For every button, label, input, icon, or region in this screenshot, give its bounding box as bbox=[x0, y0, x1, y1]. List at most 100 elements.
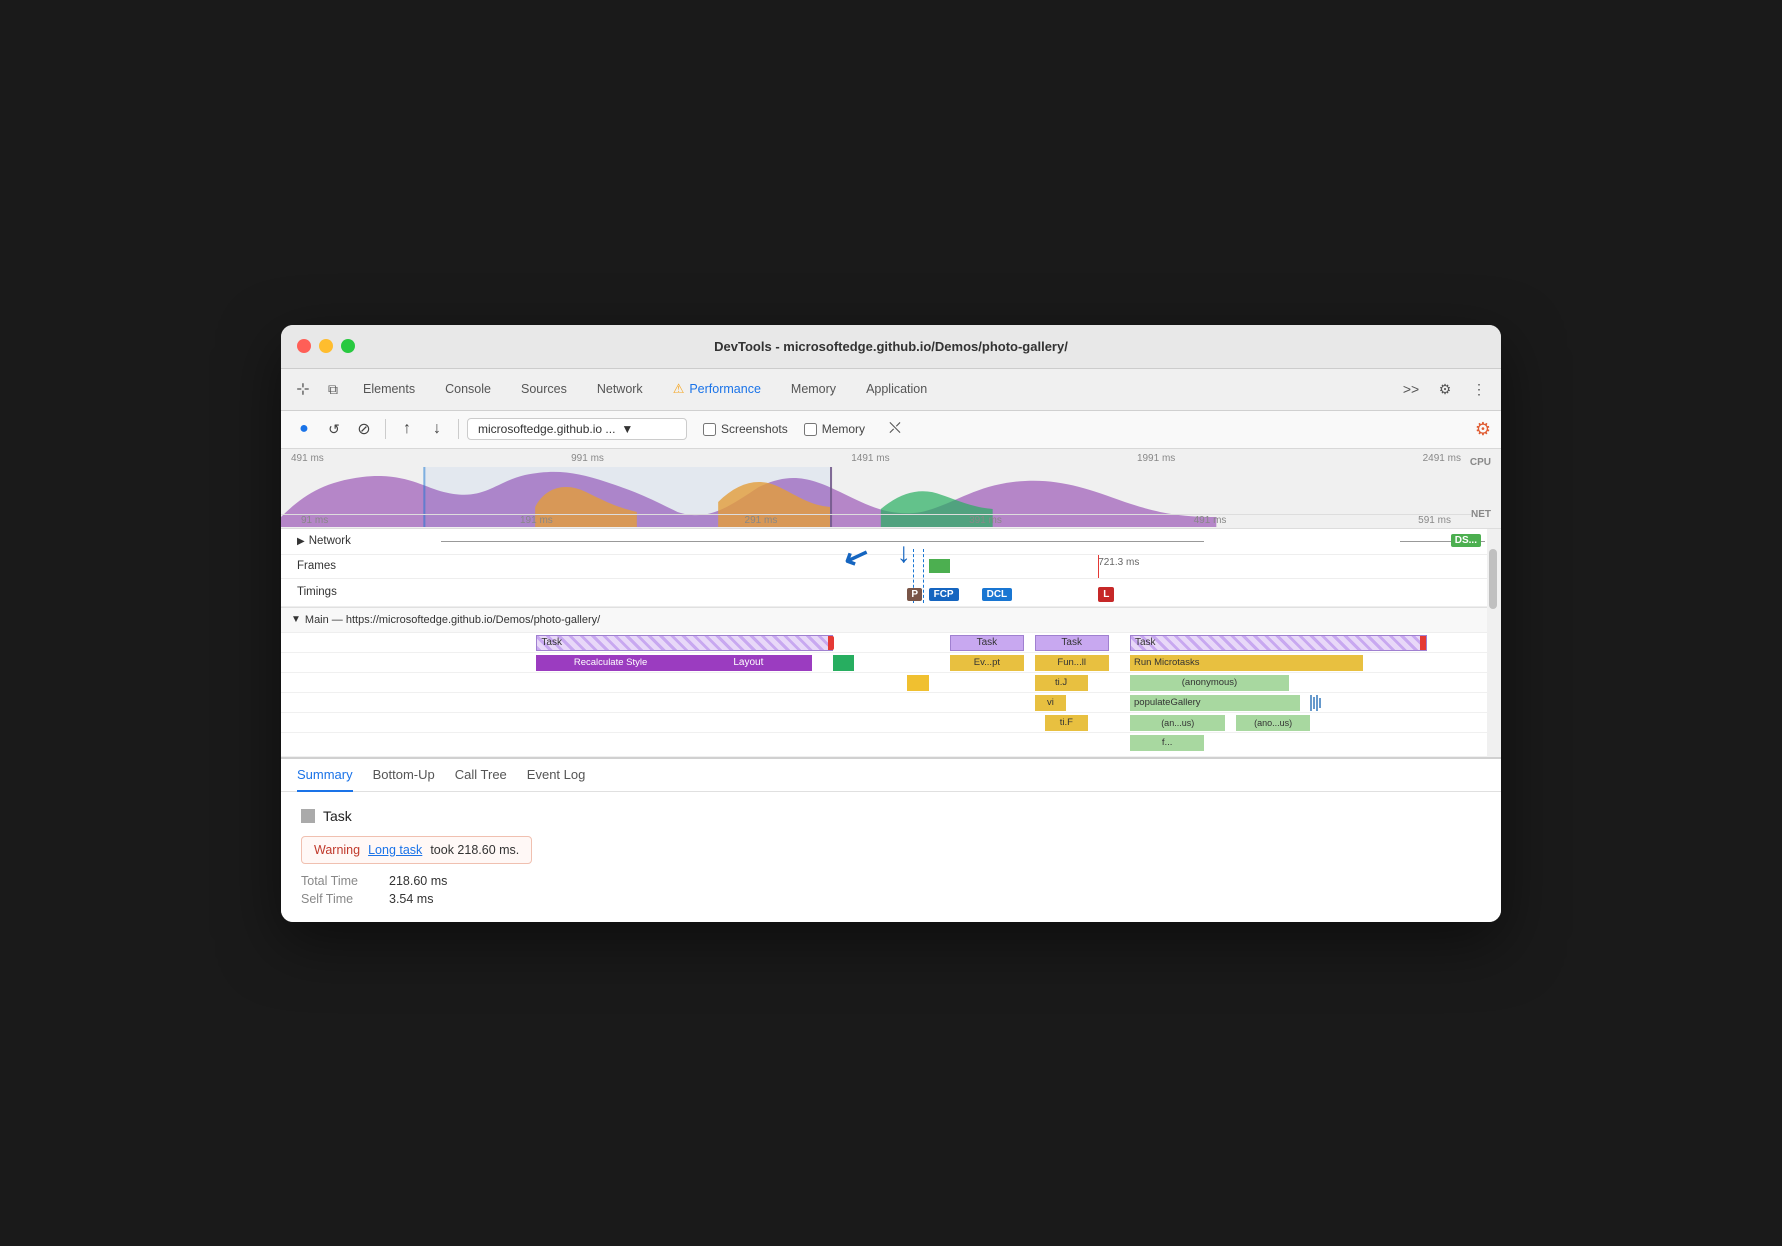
tab-event-log[interactable]: Event Log bbox=[527, 759, 586, 792]
total-time-value: 218.60 ms bbox=[389, 874, 447, 888]
task-header: Task bbox=[301, 808, 1481, 824]
settings-button[interactable]: ⚙ bbox=[1431, 375, 1459, 403]
scrollbar-thumb[interactable] bbox=[1489, 549, 1497, 609]
flame-row-5: ti.F (an...us) (ano...us) bbox=[281, 713, 1501, 733]
warning-icon: ⚠ bbox=[673, 381, 685, 397]
checkbox-group: Screenshots Memory ⛌ bbox=[703, 420, 901, 438]
tab-application[interactable]: Application bbox=[852, 376, 941, 402]
tab-sources[interactable]: Sources bbox=[507, 376, 581, 402]
yellow-mini-2[interactable] bbox=[918, 675, 929, 691]
ds-badge: DS... bbox=[1451, 534, 1481, 547]
ruler-tick-1: 491 ms bbox=[291, 453, 324, 464]
green-bar-1[interactable] bbox=[833, 655, 854, 671]
timing-dcl: DCL bbox=[982, 588, 1013, 601]
arrow-annotation-2: ↓ bbox=[897, 537, 911, 569]
frames-label: Frames bbox=[281, 560, 441, 572]
vi-bar[interactable]: vi bbox=[1035, 695, 1067, 711]
menu-button[interactable]: ⋮ bbox=[1465, 375, 1493, 403]
bottom-tick-4: 391 ms bbox=[969, 515, 1002, 526]
red-vline bbox=[1098, 555, 1099, 578]
record-button[interactable]: ● bbox=[291, 416, 317, 442]
total-time-label: Total Time bbox=[301, 874, 381, 888]
task-bar-4[interactable]: Task bbox=[1130, 635, 1427, 651]
yellow-mini-1[interactable] bbox=[907, 675, 918, 691]
memory-checkbox[interactable]: Memory bbox=[804, 422, 865, 436]
screenshots-checkbox-input[interactable] bbox=[703, 423, 716, 436]
anonymous-bar-1[interactable]: (anonymous) bbox=[1130, 675, 1289, 691]
long-task-link[interactable]: Long task bbox=[368, 843, 422, 857]
toolbar-settings-button[interactable]: ⚙ bbox=[1475, 419, 1491, 440]
recalculate-style-bar[interactable]: Recalculate Style bbox=[536, 655, 684, 671]
ano-us-bar-2[interactable]: (ano...us) bbox=[1236, 715, 1310, 731]
self-time-label: Self Time bbox=[301, 892, 381, 906]
inspect-icon[interactable]: ⊹ bbox=[289, 375, 317, 403]
bottom-tick-6: 591 ms bbox=[1418, 515, 1451, 526]
memory-checkbox-input[interactable] bbox=[804, 423, 817, 436]
screenshots-checkbox[interactable]: Screenshots bbox=[703, 422, 788, 436]
clear-button[interactable]: ⊘ bbox=[351, 416, 377, 442]
flame-row-6-label bbox=[281, 733, 441, 756]
ti-j-bar[interactable]: ti.J bbox=[1035, 675, 1088, 691]
device-mode-icon[interactable]: ⧉ bbox=[319, 375, 347, 403]
ti-f-bar[interactable]: ti.F bbox=[1045, 715, 1087, 731]
an-us-bar-1[interactable]: (an...us) bbox=[1130, 715, 1225, 731]
timing-l: L bbox=[1098, 587, 1114, 602]
timing-fcp: FCP bbox=[929, 588, 959, 601]
run-microtasks-bar[interactable]: Run Microtasks bbox=[1130, 655, 1363, 671]
main-label: ▼ Main — https://microsoftedge.github.io… bbox=[281, 614, 1501, 626]
minimize-button[interactable] bbox=[319, 339, 333, 353]
separator-2 bbox=[458, 419, 459, 439]
download-button[interactable]: ↓ bbox=[424, 416, 450, 442]
flame-row-3: ti.J (anonymous) bbox=[281, 673, 1501, 693]
self-time-value: 3.54 ms bbox=[389, 892, 433, 906]
timestamp-marker: 721.3 ms bbox=[1098, 557, 1139, 568]
summary-content: Task Warning Long task took 218.60 ms. T… bbox=[281, 792, 1501, 922]
scrollbar-track[interactable] bbox=[1487, 529, 1501, 757]
ruler-tick-2: 991 ms bbox=[571, 453, 604, 464]
network-track: ▶ Network DS... bbox=[281, 529, 1501, 555]
ruler-tick-4: 1991 ms bbox=[1137, 453, 1175, 464]
flame-row-5-label bbox=[281, 713, 441, 732]
fun-ll-bar[interactable]: Fun...ll bbox=[1035, 655, 1109, 671]
url-field[interactable]: microsoftedge.github.io ... ▼ bbox=[467, 418, 687, 440]
close-button[interactable] bbox=[297, 339, 311, 353]
tab-network[interactable]: Network bbox=[583, 376, 657, 402]
tab-summary[interactable]: Summary bbox=[297, 759, 353, 792]
task-title: Task bbox=[323, 808, 352, 824]
flame-row-4-label bbox=[281, 693, 441, 712]
reload-button[interactable]: ↺ bbox=[321, 416, 347, 442]
populate-gallery-bar[interactable]: populateGallery bbox=[1130, 695, 1300, 711]
task-bar-2[interactable]: Task bbox=[950, 635, 1024, 651]
event-pt-bar[interactable]: Ev...pt bbox=[950, 655, 1024, 671]
layout-bar[interactable]: Layout bbox=[685, 655, 812, 671]
network-content: DS... bbox=[441, 529, 1501, 554]
bottom-tick-5: 491 ms bbox=[1194, 515, 1227, 526]
task-bar-1[interactable]: Task bbox=[536, 635, 833, 651]
flame-row-2-content: Recalculate Style Layout Ev...pt bbox=[441, 653, 1501, 672]
url-text: microsoftedge.github.io ... bbox=[478, 422, 615, 436]
f-bar[interactable]: f... bbox=[1130, 735, 1204, 751]
cpu-net-overview: CPU NET 491 ms 991 ms 1491 ms 1991 ms 24… bbox=[281, 449, 1501, 529]
tab-performance[interactable]: ⚠ Performance bbox=[659, 375, 775, 403]
bottom-tick-2: 191 ms bbox=[520, 515, 553, 526]
tab-icons: >> ⚙ ⋮ bbox=[1397, 375, 1493, 403]
tab-elements[interactable]: Elements bbox=[349, 376, 429, 402]
maximize-button[interactable] bbox=[341, 339, 355, 353]
total-time-row: Total Time 218.60 ms bbox=[301, 874, 1481, 888]
tab-bottom-up[interactable]: Bottom-Up bbox=[373, 759, 435, 792]
flame-row-6-content: f... bbox=[441, 733, 1501, 756]
network-throttle-icon[interactable]: ⛌ bbox=[889, 420, 901, 438]
flame-row-4: vi populateGallery bbox=[281, 693, 1501, 713]
flame-row-1: Task Task Task bbox=[281, 633, 1501, 653]
flame-row-3-label bbox=[281, 673, 441, 692]
more-tabs-button[interactable]: >> bbox=[1397, 375, 1425, 403]
task-bar-3[interactable]: Task bbox=[1035, 635, 1109, 651]
url-dropdown-icon[interactable]: ▼ bbox=[621, 422, 633, 436]
tab-memory[interactable]: Memory bbox=[777, 376, 850, 402]
tab-console[interactable]: Console bbox=[431, 376, 505, 402]
warning-row: Warning Long task took 218.60 ms. bbox=[301, 836, 532, 864]
flame-row-1-content: Task Task Task bbox=[441, 633, 1501, 652]
tab-call-tree[interactable]: Call Tree bbox=[455, 759, 507, 792]
upload-button[interactable]: ↑ bbox=[394, 416, 420, 442]
bottom-panel: Summary Bottom-Up Call Tree Event Log Ta… bbox=[281, 757, 1501, 922]
